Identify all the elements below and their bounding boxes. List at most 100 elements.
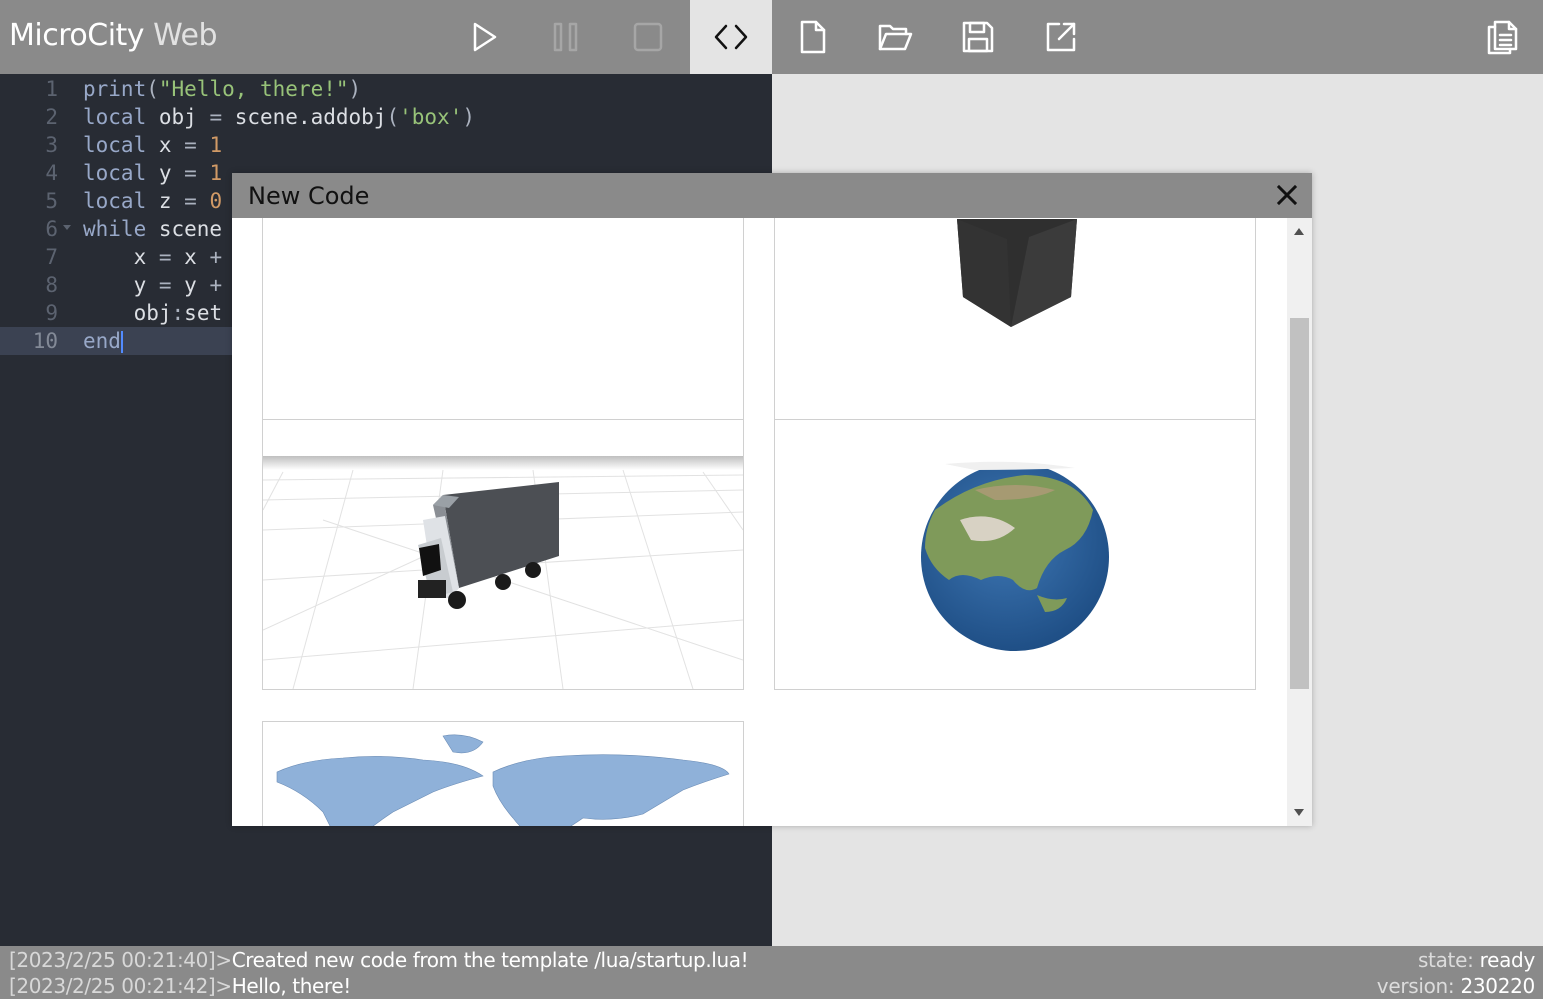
code-token: scene [146, 217, 223, 241]
template-gallery [232, 218, 1287, 826]
code-token: z [146, 189, 185, 213]
code-icon [714, 24, 748, 50]
globe-3d-preview [921, 461, 1109, 651]
line-number: 7 [45, 245, 58, 269]
close-icon [1276, 184, 1298, 206]
code-token: : [171, 301, 185, 325]
log-timestamp: [2023/2/25 00:21:40]> [9, 948, 232, 972]
text-cursor [120, 331, 123, 353]
code-token: 0 [196, 189, 223, 213]
world-map-preview [276, 734, 730, 826]
new-code-dialog: New Code [232, 173, 1312, 826]
log-line: [2023/2/25 00:21:42]>Hello, there! [9, 973, 351, 999]
new-file-icon [800, 20, 826, 54]
line-number: 8 [45, 273, 58, 297]
code-token: = [184, 133, 197, 157]
code-token: end [83, 329, 121, 353]
save-button[interactable] [937, 0, 1019, 74]
version-indicator: version: 230220 [1376, 973, 1536, 999]
code-token: x [171, 245, 210, 269]
log-message: Created new code from the template /lua/… [231, 948, 749, 972]
code-token: = [158, 273, 172, 297]
template-world-map[interactable] [262, 721, 744, 826]
stop-button[interactable] [607, 0, 689, 74]
line-number: 6 [45, 217, 58, 241]
fold-arrow-icon[interactable] [63, 225, 71, 230]
code-token: y [171, 273, 210, 297]
code-line[interactable]: 1 print("Hello, there!") [0, 75, 772, 103]
state-value: ready [1479, 948, 1536, 972]
code-token: ( [146, 77, 159, 101]
code-token: while [83, 217, 147, 241]
code-token: = [209, 105, 223, 129]
code-token: local [83, 105, 147, 129]
template-earth[interactable] [774, 419, 1256, 690]
line-number: 3 [45, 133, 58, 157]
run-button[interactable] [442, 0, 524, 74]
code-token: ) [462, 105, 475, 129]
folder-open-icon [878, 24, 913, 51]
code-token: set [184, 301, 223, 325]
log-line: [2023/2/25 00:21:40]>Created new code fr… [9, 947, 749, 973]
code-token: "Hello, there!" [158, 77, 349, 101]
version-label: version: [1376, 974, 1455, 998]
code-text: y = y + [83, 271, 223, 299]
vertical-scrollbar[interactable] [1287, 218, 1312, 826]
open-folder-button[interactable] [854, 0, 936, 74]
code-token: y [83, 273, 159, 297]
log-message: Hello, there! [231, 974, 352, 998]
code-token: y [146, 161, 185, 185]
code-token: + [209, 245, 223, 269]
code-text: print("Hello, there!") [83, 75, 361, 103]
code-token: local [83, 133, 147, 157]
code-text: local obj = scene.addobj('box') [83, 103, 475, 131]
version-value: 230220 [1460, 974, 1535, 998]
pause-icon [553, 22, 578, 52]
status-bar: [2023/2/25 00:21:40]>Created new code fr… [0, 946, 1543, 999]
line-number: 1 [45, 77, 58, 101]
dialog-header: New Code [232, 173, 1312, 218]
export-button[interactable] [1020, 0, 1102, 74]
code-token: + [209, 273, 223, 297]
code-token: local [83, 161, 147, 185]
line-number: 10 [32, 329, 58, 353]
code-text: local z = 0 [83, 187, 222, 215]
pause-button[interactable] [525, 0, 607, 74]
code-token: 1 [196, 133, 223, 157]
play-icon [473, 22, 497, 52]
scroll-up-arrow-icon[interactable] [1294, 228, 1304, 235]
code-text: x = x + [83, 243, 223, 271]
line-number: 5 [45, 189, 58, 213]
log-timestamp: [2023/2/25 00:21:42]> [9, 974, 232, 998]
code-token: x [146, 133, 185, 157]
documents-icon [1487, 20, 1518, 55]
docs-button[interactable] [1461, 0, 1543, 74]
code-token: = [158, 245, 172, 269]
code-token: 1 [196, 161, 223, 185]
line-number: 9 [45, 301, 58, 325]
app-title-primary: MicroCity [9, 18, 145, 53]
stop-icon [633, 22, 663, 52]
external-link-icon [1046, 22, 1076, 52]
toolbar: MicroCity Web [0, 0, 1543, 74]
code-token: obj [146, 105, 210, 129]
code-token: 'box' [399, 105, 463, 129]
code-line[interactable]: 3 local x = 1 [0, 131, 772, 159]
code-token: = [184, 161, 197, 185]
code-token: local [83, 189, 147, 213]
code-text: local x = 1 [83, 131, 222, 159]
scroll-down-arrow-icon[interactable] [1294, 809, 1304, 816]
dialog-title: New Code [248, 182, 370, 210]
code-token: obj [83, 301, 172, 325]
template-truck[interactable] [262, 419, 744, 690]
code-text: end [83, 327, 123, 355]
code-token: ) [348, 77, 362, 101]
save-icon [962, 21, 994, 53]
close-button[interactable] [1274, 182, 1300, 208]
new-file-button[interactable] [772, 0, 854, 74]
code-line[interactable]: 2 local obj = scene.addobj('box') [0, 103, 772, 131]
code-view-button[interactable] [690, 0, 772, 74]
code-token: scene.addobj [222, 105, 387, 129]
state-indicator: state: ready [1418, 947, 1535, 973]
scrollbar-thumb[interactable] [1290, 318, 1309, 689]
